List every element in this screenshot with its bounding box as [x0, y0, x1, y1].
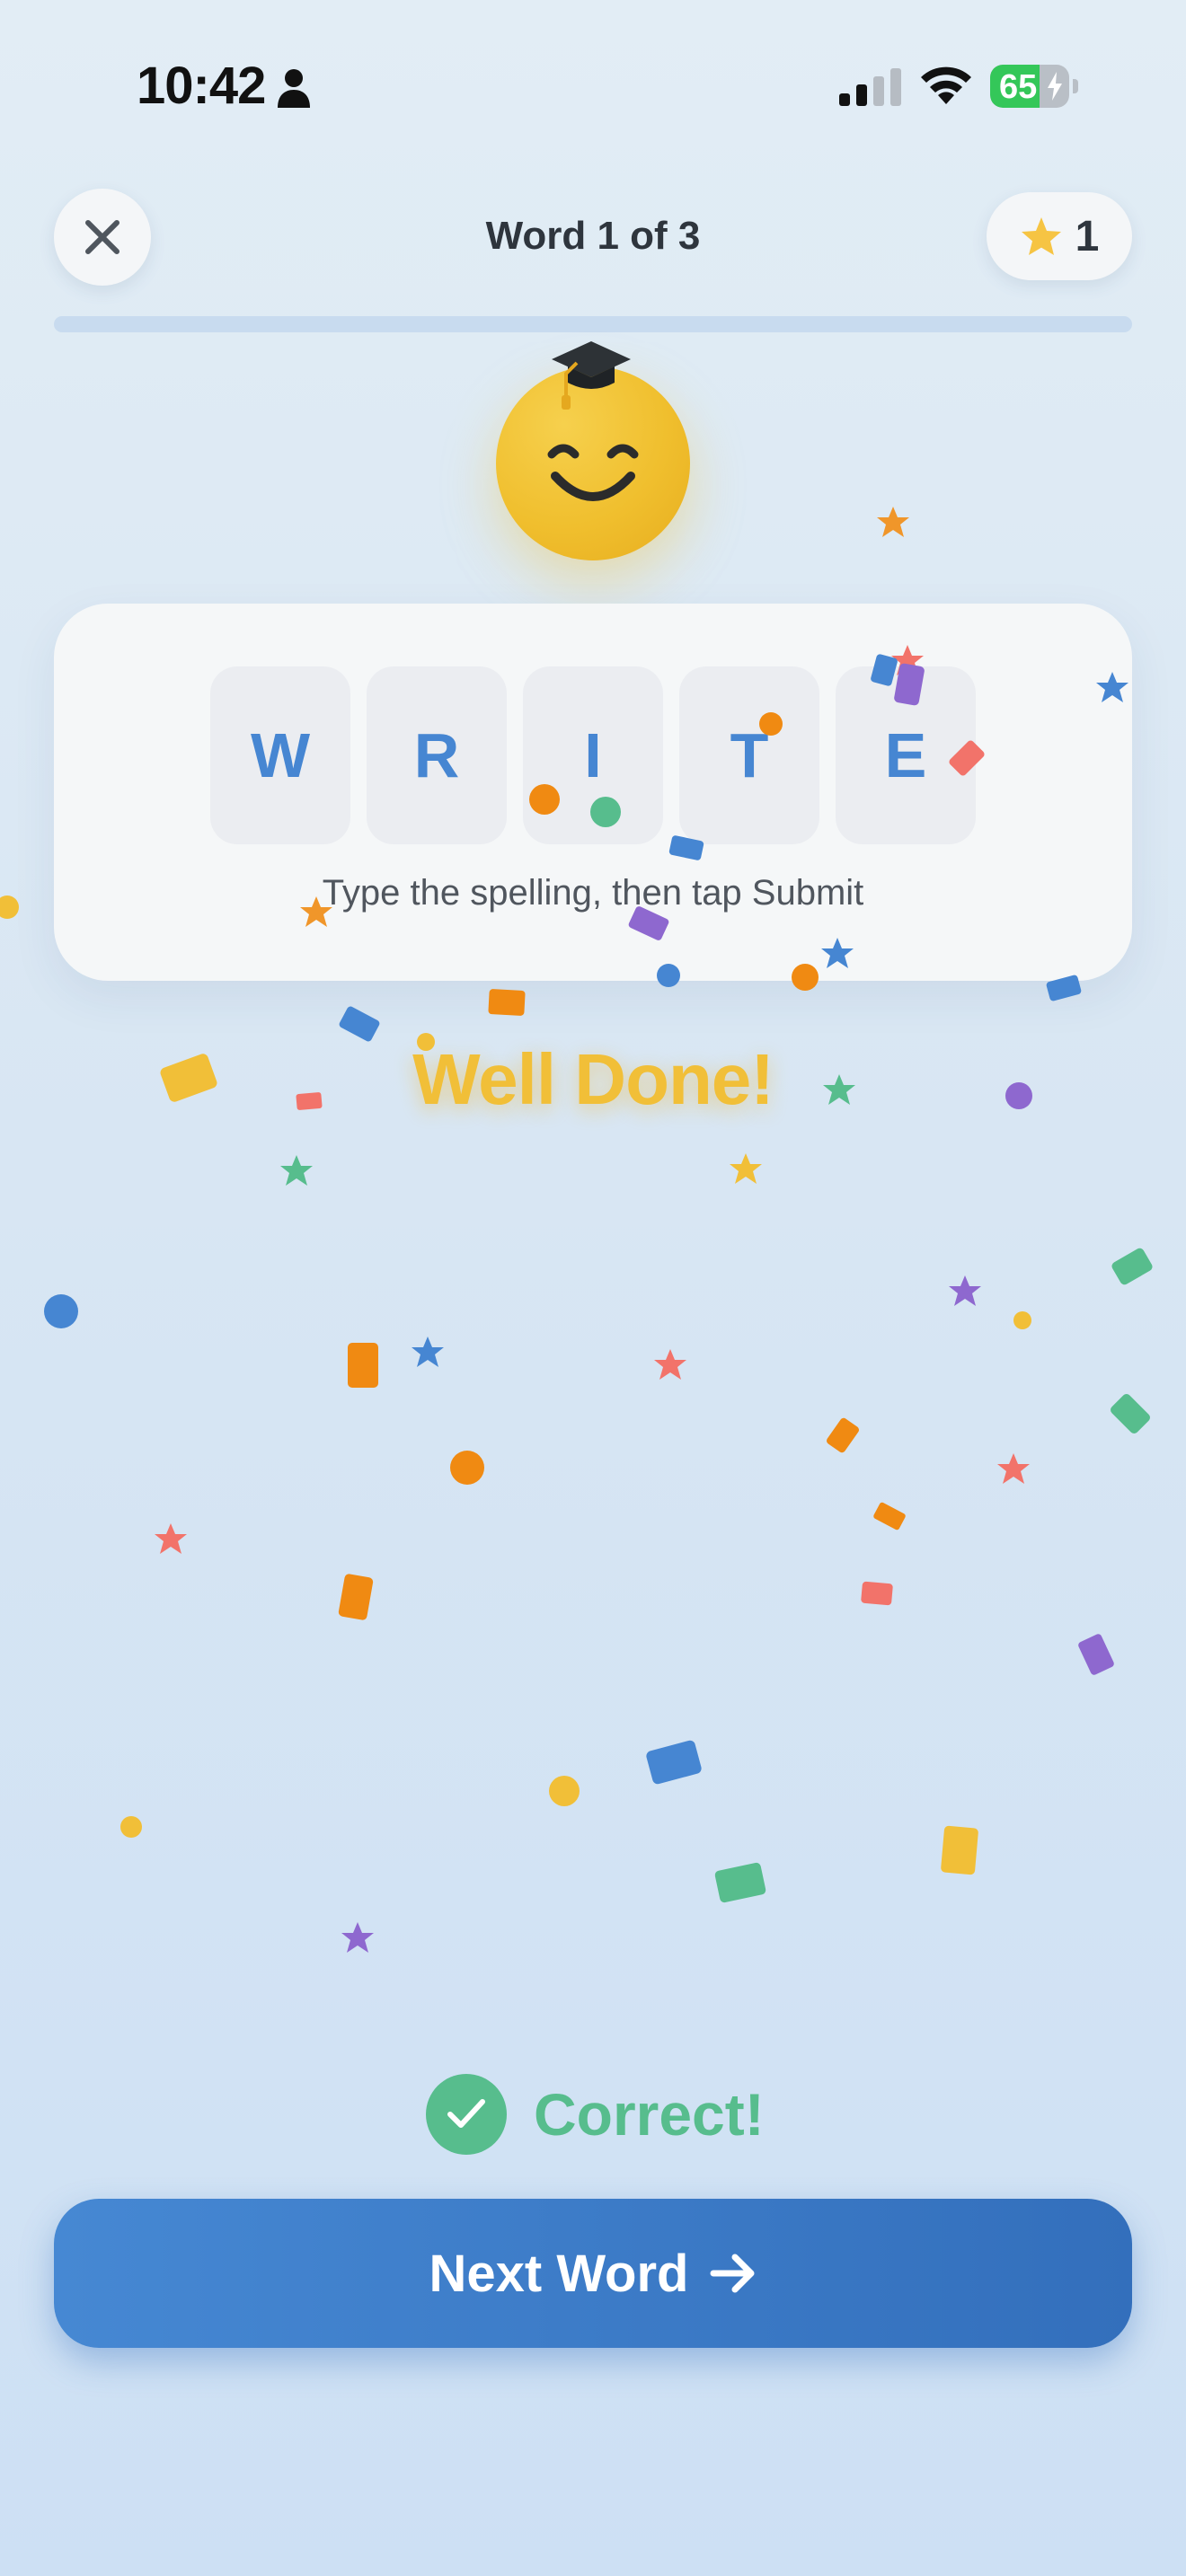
- wifi-icon: [921, 66, 971, 104]
- progress-bar: [54, 316, 1132, 332]
- signal-icon: [839, 68, 901, 106]
- result-text: Correct!: [534, 2081, 765, 2148]
- check-icon: [426, 2074, 507, 2155]
- person-icon: [278, 69, 310, 108]
- next-word-label: Next Word: [429, 2244, 689, 2303]
- graduation-cap-icon: [552, 341, 631, 410]
- battery-icon: 65: [990, 65, 1078, 108]
- result-feedback: Correct!: [426, 2073, 765, 2156]
- status-time: 10:42: [137, 57, 266, 115]
- star-counter: 1: [987, 192, 1132, 280]
- letter-tile: W: [210, 666, 350, 844]
- battery-level: 65: [999, 68, 1038, 106]
- page-title: Word 1 of 3: [485, 214, 701, 258]
- arrow-right-icon: [710, 2254, 755, 2293]
- star-icon: [1021, 217, 1061, 255]
- star-count: 1: [1075, 212, 1100, 260]
- letter-tile: T: [679, 666, 819, 844]
- bolt-icon: [1048, 72, 1062, 101]
- letter-tile: E: [836, 666, 976, 844]
- letter-tile: R: [367, 666, 507, 844]
- next-word-button[interactable]: Next Word: [54, 2199, 1132, 2348]
- celebration-text: Well Done!: [412, 1039, 774, 1119]
- letter-tile: I: [523, 666, 663, 844]
- instruction-text: Type the spelling, then tap Submit: [322, 873, 864, 913]
- close-button[interactable]: [54, 189, 151, 286]
- close-icon: [85, 220, 119, 254]
